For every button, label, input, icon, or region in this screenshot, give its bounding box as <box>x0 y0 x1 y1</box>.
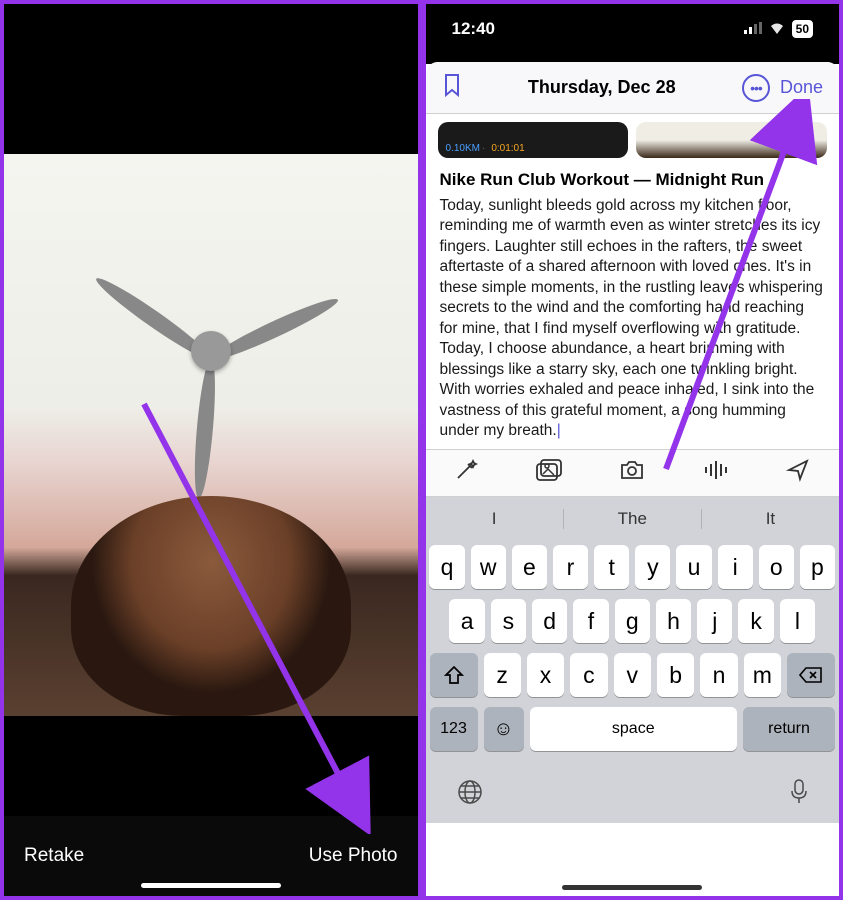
status-time: 12:40 <box>452 19 495 39</box>
key-l[interactable]: l <box>780 599 815 643</box>
key-z[interactable]: z <box>484 653 521 697</box>
key-y[interactable]: y <box>635 545 670 589</box>
key-w[interactable]: w <box>471 545 506 589</box>
location-icon[interactable] <box>786 458 810 488</box>
captured-photo <box>4 154 418 716</box>
key-a[interactable]: a <box>449 599 484 643</box>
prediction-0[interactable]: I <box>426 509 564 529</box>
sheet-header: Thursday, Dec 28 ••• Done <box>426 62 840 114</box>
key-row-1: q w e r t y u i o p <box>430 545 836 589</box>
space-key[interactable]: space <box>530 707 738 751</box>
entry-title: Nike Run Club Workout — Midnight Run <box>440 170 826 190</box>
key-o[interactable]: o <box>759 545 794 589</box>
globe-icon[interactable] <box>456 778 484 813</box>
camera-icon[interactable] <box>619 459 645 487</box>
keyboard: I The It q w e r t y u i o p a <box>426 497 840 823</box>
key-d[interactable]: d <box>532 599 567 643</box>
keyboard-bottom <box>426 767 840 823</box>
prediction-2[interactable]: It <box>702 509 839 529</box>
cellular-icon <box>744 19 762 39</box>
key-k[interactable]: k <box>738 599 773 643</box>
wifi-icon <box>768 19 786 39</box>
key-h[interactable]: h <box>656 599 691 643</box>
predictions-bar: I The It <box>426 497 840 541</box>
magic-icon[interactable] <box>454 458 478 488</box>
key-f[interactable]: f <box>573 599 608 643</box>
attachment-workout[interactable]: 0.10KM · 0:01:01 <box>438 122 629 158</box>
attachment-image[interactable] <box>636 122 827 158</box>
key-p[interactable]: p <box>800 545 835 589</box>
key-row-4: 123 ☺ space return <box>430 707 836 751</box>
emoji-key[interactable]: ☺ <box>484 707 524 751</box>
prediction-1[interactable]: The <box>564 509 702 529</box>
key-c[interactable]: c <box>570 653 607 697</box>
camera-bottom-spacer <box>4 716 418 816</box>
key-u[interactable]: u <box>676 545 711 589</box>
shift-key[interactable] <box>430 653 478 697</box>
key-v[interactable]: v <box>614 653 651 697</box>
mic-icon[interactable] <box>789 778 809 813</box>
backspace-key[interactable] <box>787 653 835 697</box>
camera-preview-screen: Retake Use Photo <box>4 4 418 896</box>
numbers-key[interactable]: 123 <box>430 707 478 751</box>
key-x[interactable]: x <box>527 653 564 697</box>
home-indicator[interactable] <box>562 885 702 890</box>
return-key[interactable]: return <box>743 707 835 751</box>
key-b[interactable]: b <box>657 653 694 697</box>
battery-icon: 50 <box>792 20 813 38</box>
journal-edit-screen: 12:40 50 Thursday, Dec 28 ••• Done 0.10K <box>426 4 840 896</box>
entry-content[interactable]: Nike Run Club Workout — Midnight Run Tod… <box>426 166 840 449</box>
editor-sheet: Thursday, Dec 28 ••• Done 0.10KM · 0:01:… <box>426 62 840 896</box>
done-button[interactable]: Done <box>780 77 823 98</box>
attachment-distance: 0.10KM <box>446 143 480 154</box>
key-s[interactable]: s <box>491 599 526 643</box>
key-r[interactable]: r <box>553 545 588 589</box>
key-e[interactable]: e <box>512 545 547 589</box>
sheet-date-title: Thursday, Dec 28 <box>528 77 676 98</box>
key-j[interactable]: j <box>697 599 732 643</box>
key-row-2: a s d f g h j k l <box>430 599 836 643</box>
entry-body[interactable]: Today, sunlight bleeds gold across my ki… <box>440 196 826 441</box>
key-n[interactable]: n <box>700 653 737 697</box>
status-bar: 12:40 50 <box>426 4 840 54</box>
key-m[interactable]: m <box>744 653 781 697</box>
attachments-row: 0.10KM · 0:01:01 <box>426 114 840 166</box>
attachment-time: 0:01:01 <box>491 143 524 154</box>
gallery-icon[interactable] <box>536 459 562 487</box>
key-t[interactable]: t <box>594 545 629 589</box>
audio-icon[interactable] <box>703 459 729 487</box>
home-indicator[interactable] <box>141 883 281 888</box>
use-photo-button[interactable]: Use Photo <box>309 845 398 867</box>
more-icon[interactable]: ••• <box>742 74 770 102</box>
editor-toolbar <box>426 449 840 497</box>
retake-button[interactable]: Retake <box>24 845 84 867</box>
camera-top-bar <box>4 4 418 154</box>
key-row-3: z x c v b n m <box>430 653 836 697</box>
bookmark-icon[interactable] <box>442 73 462 102</box>
key-q[interactable]: q <box>429 545 464 589</box>
key-g[interactable]: g <box>615 599 650 643</box>
key-i[interactable]: i <box>718 545 753 589</box>
